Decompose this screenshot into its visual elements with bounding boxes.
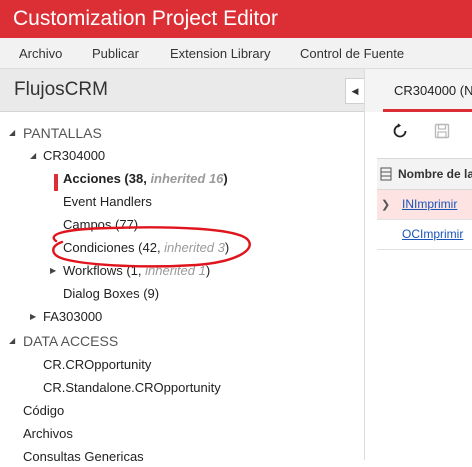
tree-node-event-handlers[interactable]: Event Handlers (63, 192, 152, 212)
column-nombre[interactable]: Nombre de la (398, 167, 472, 181)
tree-node-archivos[interactable]: Archivos (23, 424, 73, 444)
workflows-inherited: inherited 1 (145, 263, 206, 278)
tree-node-data-access[interactable]: DATA ACCESS (23, 331, 118, 351)
tree-node-pantallas[interactable]: PANTALLAS (23, 123, 102, 143)
tree-node-acciones[interactable]: Acciones (38, inherited 16) (63, 169, 228, 189)
tree-node-dialog-boxes[interactable]: Dialog Boxes (9) (63, 284, 159, 304)
grid-row[interactable]: ❯ INImprimir (377, 190, 472, 220)
project-tree-panel: FlujosCRM ◀ ◢ PANTALLAS ◢ CR304000 Accio… (0, 69, 365, 464)
menu-bar: Archivo Publicar Extension Library Contr… (0, 38, 472, 69)
acciones-close: ) (223, 171, 228, 186)
app-title: Customization Project Editor (13, 7, 278, 30)
tree-node-campos[interactable]: Campos (77) (63, 215, 138, 235)
row-selected-arrow-icon: ❯ (381, 199, 391, 211)
grid-cell-link[interactable]: INImprimir (402, 197, 457, 211)
acciones-inherited: inherited 16 (150, 171, 224, 186)
acciones-label: Acciones (38, (63, 171, 151, 186)
menu-control-de-fuente[interactable]: Control de Fuente (300, 46, 404, 61)
expanded-arrow-icon[interactable]: ◢ (30, 146, 36, 166)
tree-node-codigo[interactable]: Código (23, 401, 64, 421)
project-title: FlujosCRM (14, 79, 108, 100)
workflows-label: Workflows (1, (63, 263, 146, 278)
collapse-left-icon[interactable]: ◀ (345, 78, 365, 104)
tree-node-cr304000[interactable]: CR304000 (43, 146, 105, 166)
grid-row[interactable]: OCImprimir (377, 220, 472, 250)
condiciones-inherited: inherited 3 (164, 240, 225, 255)
tree-node-fa303000[interactable]: FA303000 (43, 307, 102, 327)
collapsed-arrow-icon[interactable]: ▶ (50, 261, 56, 281)
condiciones-close: ) (224, 240, 230, 255)
editor-panel: CR304000 (NI Nombre de la ❯ INImprimir O (364, 69, 472, 460)
menu-archivo[interactable]: Archivo (19, 46, 62, 61)
grid-cell-link[interactable]: OCImprimir (402, 227, 463, 241)
save-icon-glyph (434, 123, 450, 139)
selected-indicator (54, 174, 58, 191)
expanded-arrow-icon[interactable]: ◢ (9, 123, 15, 143)
grid-header: Nombre de la (377, 158, 472, 190)
tree-node-consultas-genericas[interactable]: Consultas Genericas (23, 447, 144, 467)
expanded-arrow-icon[interactable]: ◢ (9, 331, 15, 351)
active-tab-underline (383, 109, 472, 112)
tree-node-cr-cropportunity[interactable]: CR.CROpportunity (43, 355, 151, 375)
tab-cr304000[interactable]: CR304000 (NI (394, 83, 472, 98)
save-icon[interactable] (434, 123, 450, 139)
tree-node-cr-standalone-cropportunity[interactable]: CR.Standalone.CROpportunity (43, 378, 221, 398)
condiciones-label: Condiciones (42, (63, 240, 165, 255)
editor-tab-strip: CR304000 (NI (365, 69, 472, 112)
project-header: FlujosCRM ◀ (0, 69, 365, 112)
title-bar: Customization Project Editor (0, 0, 472, 38)
tree-node-condiciones[interactable]: Condiciones (42, inherited 3) (63, 238, 229, 258)
menu-publicar[interactable]: Publicar (92, 46, 139, 61)
grid-settings-icon[interactable] (380, 167, 392, 186)
refresh-icon[interactable] (391, 122, 409, 140)
grid-settings-glyph (380, 167, 392, 181)
refresh-icon-glyph (393, 123, 407, 138)
workflows-close: ) (205, 263, 211, 278)
collapsed-arrow-icon[interactable]: ▶ (30, 307, 36, 327)
tree-node-workflows[interactable]: Workflows (1, inherited 1) (63, 261, 210, 281)
menu-extension-library[interactable]: Extension Library (170, 46, 270, 61)
